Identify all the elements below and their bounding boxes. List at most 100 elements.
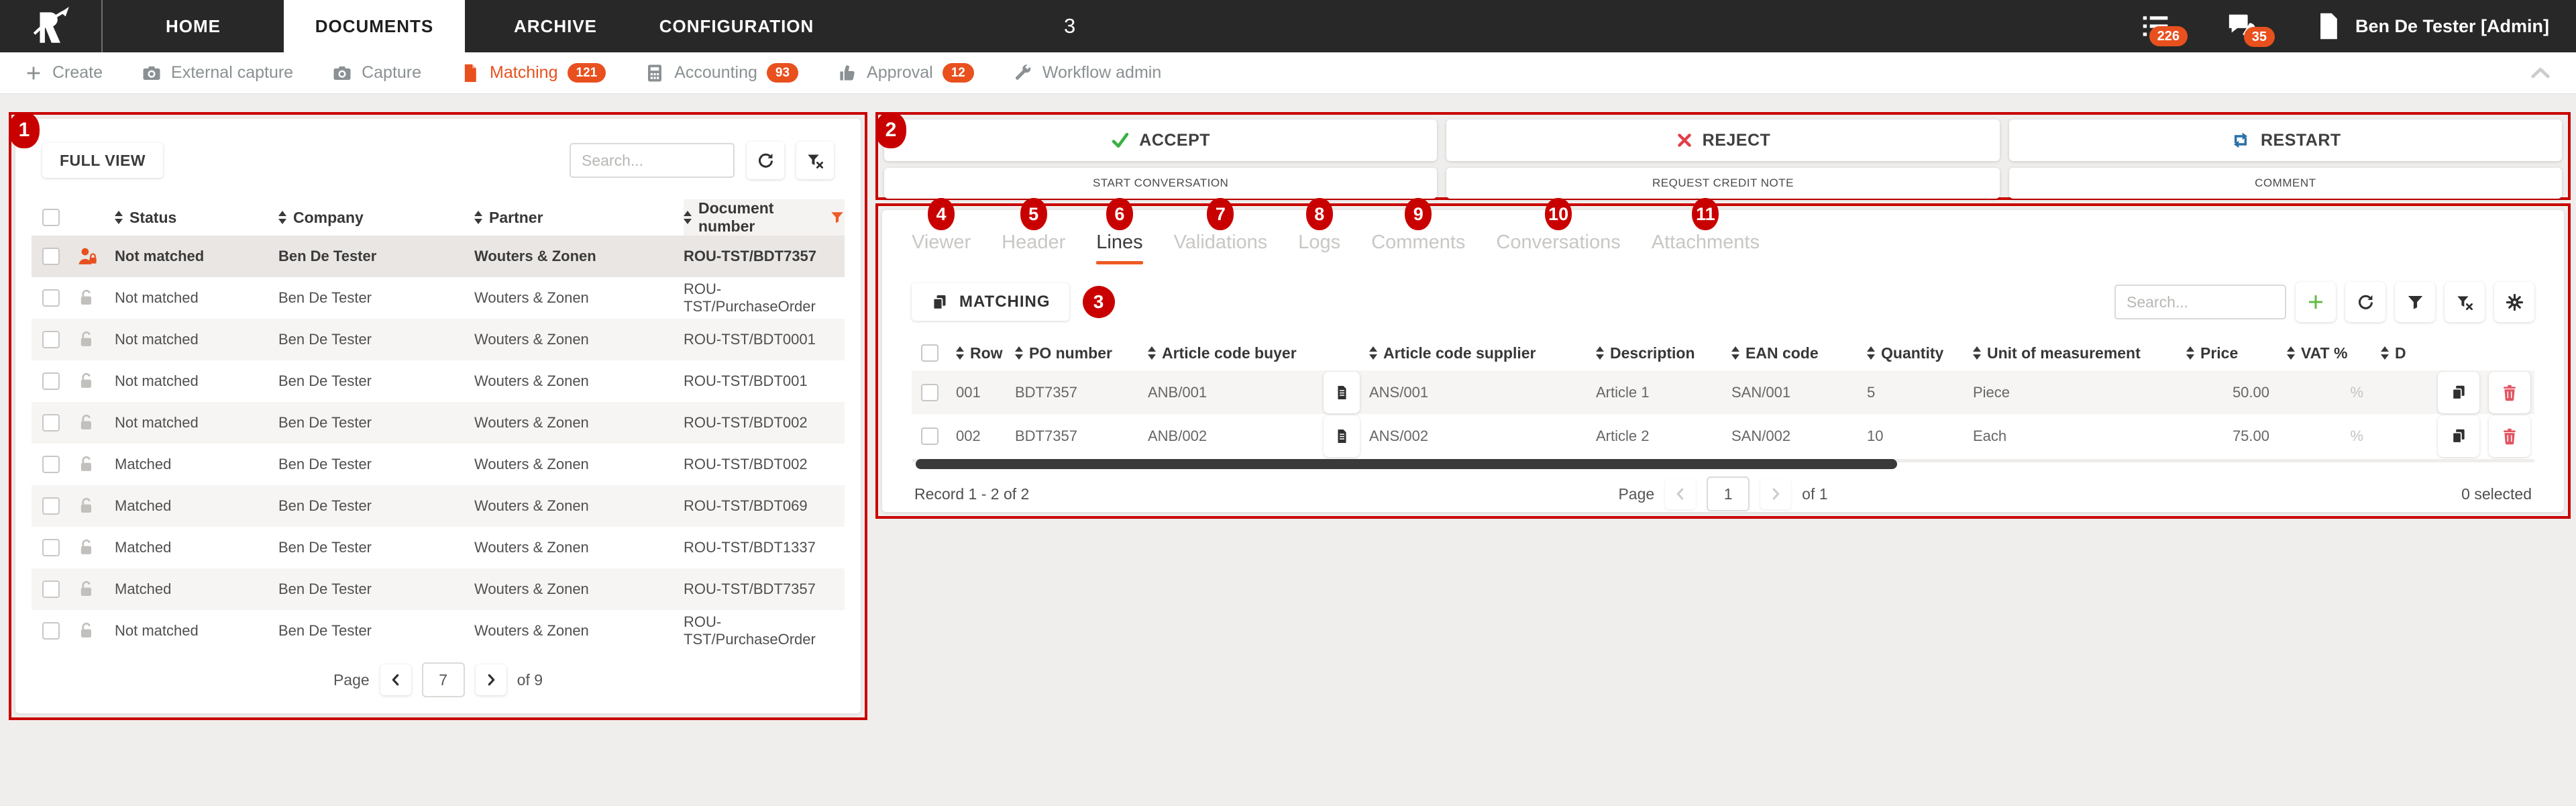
table-row[interactable]: Not matched Ben De Tester Wouters & Zonen… [32,277,845,319]
tab-conversations[interactable]: 10 Conversations [1496,198,1621,263]
external-capture-button[interactable]: External capture [142,63,293,83]
row-checkbox[interactable] [42,539,60,556]
nav-tab-archive[interactable]: ARCHIVE [465,0,646,52]
line-row[interactable]: 001 BDT7357 ANB/001 ANS/001 Article 1 SA… [912,370,2534,414]
comment-button[interactable]: COMMENT [2008,168,2562,199]
previous-page-button[interactable] [1665,478,1697,509]
nav-tab-configuration[interactable]: CONFIGURATION [646,0,827,52]
table-row[interactable]: Matched Ben De Tester Wouters & Zonen ROU-… [32,568,845,610]
column-header-unit-of-measurement[interactable]: Unit of measurement [1973,344,2186,362]
matching-button[interactable]: MATCHING [912,283,1069,321]
capture-button[interactable]: Capture [332,63,421,83]
column-header-row[interactable]: Row [956,344,1015,362]
document-search-input[interactable] [570,143,735,178]
page-number-input[interactable] [421,662,465,697]
nav-tab-home[interactable]: HOME [103,0,284,52]
line-checkbox[interactable] [921,427,938,445]
row-checkbox[interactable] [42,497,60,515]
nav-tab-documents[interactable]: DOCUMENTS [284,0,465,52]
delete-line-button[interactable] [2489,371,2530,413]
column-header-po-number[interactable]: PO number [1015,344,1148,362]
column-header-description[interactable]: Description [1596,344,1731,362]
filter-lines-button[interactable] [2395,282,2435,322]
clear-filter-button[interactable] [796,142,834,179]
column-header-quantity[interactable]: Quantity [1867,344,1973,362]
row-checkbox[interactable] [42,289,60,307]
view-article-document-button[interactable] [1324,371,1360,413]
table-row[interactable]: Not matched Ben De Tester Wouters & Zonen… [32,360,845,402]
clear-filter-lines-button[interactable] [2445,282,2485,322]
row-checkbox[interactable] [42,248,60,265]
previous-page-button[interactable] [380,664,411,695]
app-logo[interactable] [0,0,103,52]
column-header-document-number[interactable]: Document number [684,199,845,236]
accept-button[interactable]: ACCEPT [884,119,1438,161]
tab-validations[interactable]: 7 Validations [1174,198,1267,263]
line-row[interactable]: 002 BDT7357 ANB/002 ANS/002 Article 2 SA… [912,414,2534,458]
table-settings-button[interactable] [2494,282,2534,322]
page-number-input[interactable] [1707,476,1750,511]
row-checkbox[interactable] [42,581,60,598]
table-row[interactable]: Not matched Ben De Tester Wouters & Zonen… [32,610,845,652]
tab-lines[interactable]: 6 Lines [1096,198,1143,264]
messages-button[interactable]: 35 [2226,11,2275,47]
next-page-button[interactable] [475,664,506,695]
sort-icon[interactable] [115,211,123,224]
row-checkbox[interactable] [42,456,60,473]
request-credit-note-button[interactable]: REQUEST CREDIT NOTE [1446,168,2000,199]
line-checkbox[interactable] [921,383,938,401]
table-row[interactable]: Not matched Ben De Tester Wouters & Zonen… [32,402,845,444]
tasks-button[interactable]: 226 [2141,11,2188,46]
workflow-admin-button[interactable]: Workflow admin [1013,63,1161,83]
reject-button[interactable]: REJECT [1446,119,2000,161]
next-page-button[interactable] [1760,478,1792,509]
table-row[interactable]: Not matched Ben De Tester Wouters & Zonen… [32,236,845,277]
select-all-lines-checkbox[interactable] [921,344,938,362]
full-view-button[interactable]: FULL VIEW [42,143,164,178]
row-checkbox[interactable] [42,622,60,640]
select-all-checkbox[interactable] [42,209,60,226]
tab-attachments[interactable]: 11 Attachments [1652,198,1760,263]
delete-line-button[interactable] [2489,415,2530,457]
approval-button[interactable]: Approval 12 [837,62,974,83]
table-row[interactable]: Matched Ben De Tester Wouters & Zonen ROU-… [32,444,845,485]
column-header-vat[interactable]: VAT % [2287,344,2381,362]
row-checkbox[interactable] [42,331,60,348]
tab-logs[interactable]: 8 Logs [1298,198,1340,263]
table-row[interactable]: Matched Ben De Tester Wouters & Zonen ROU-… [32,485,845,527]
refresh-lines-button[interactable] [2345,282,2385,322]
tab-viewer[interactable]: 4 Viewer [912,198,971,263]
restart-button[interactable]: RESTART [2008,119,2562,161]
add-line-button[interactable] [2296,282,2336,322]
column-header-partner[interactable]: Partner [474,209,684,227]
duplicate-line-button[interactable] [2438,371,2479,413]
matching-nav-button[interactable]: Matching 121 [460,62,606,83]
create-button[interactable]: Create [24,63,103,83]
sort-icon[interactable] [474,211,482,224]
accounting-button[interactable]: Accounting 93 [645,62,799,83]
lines-search-input[interactable] [2114,285,2286,319]
tab-header[interactable]: 5 Header [1002,198,1065,263]
column-header-price[interactable]: Price [2186,344,2287,362]
collapse-toolbar-button[interactable] [2529,62,2552,85]
column-header-d[interactable]: D [2381,344,2409,362]
view-article-document-button[interactable] [1324,415,1360,457]
sort-icon[interactable] [278,211,286,224]
document-list-panel: FULL VIEW Status [15,119,861,713]
tab-comments[interactable]: 9 Comments [1371,198,1465,263]
duplicate-line-button[interactable] [2438,415,2479,457]
sort-icon[interactable] [684,211,692,224]
table-row[interactable]: Not matched Ben De Tester Wouters & Zonen… [32,319,845,360]
user-menu[interactable]: Ben De Tester [Admin] [2314,11,2549,41]
column-header-status[interactable]: Status [115,209,278,227]
column-header-article-code-buyer[interactable]: Article code buyer [1148,344,1369,362]
table-row[interactable]: Matched Ben De Tester Wouters & Zonen ROU-… [32,527,845,568]
column-header-company[interactable]: Company [278,209,474,227]
column-header-ean-code[interactable]: EAN code [1731,344,1867,362]
refresh-button[interactable] [747,142,784,179]
row-checkbox[interactable] [42,372,60,390]
row-checkbox[interactable] [42,414,60,432]
column-header-article-code-supplier[interactable]: Article code supplier [1369,344,1596,362]
active-filter-icon[interactable] [830,210,845,225]
start-conversation-button[interactable]: START CONVERSATION [884,168,1438,199]
